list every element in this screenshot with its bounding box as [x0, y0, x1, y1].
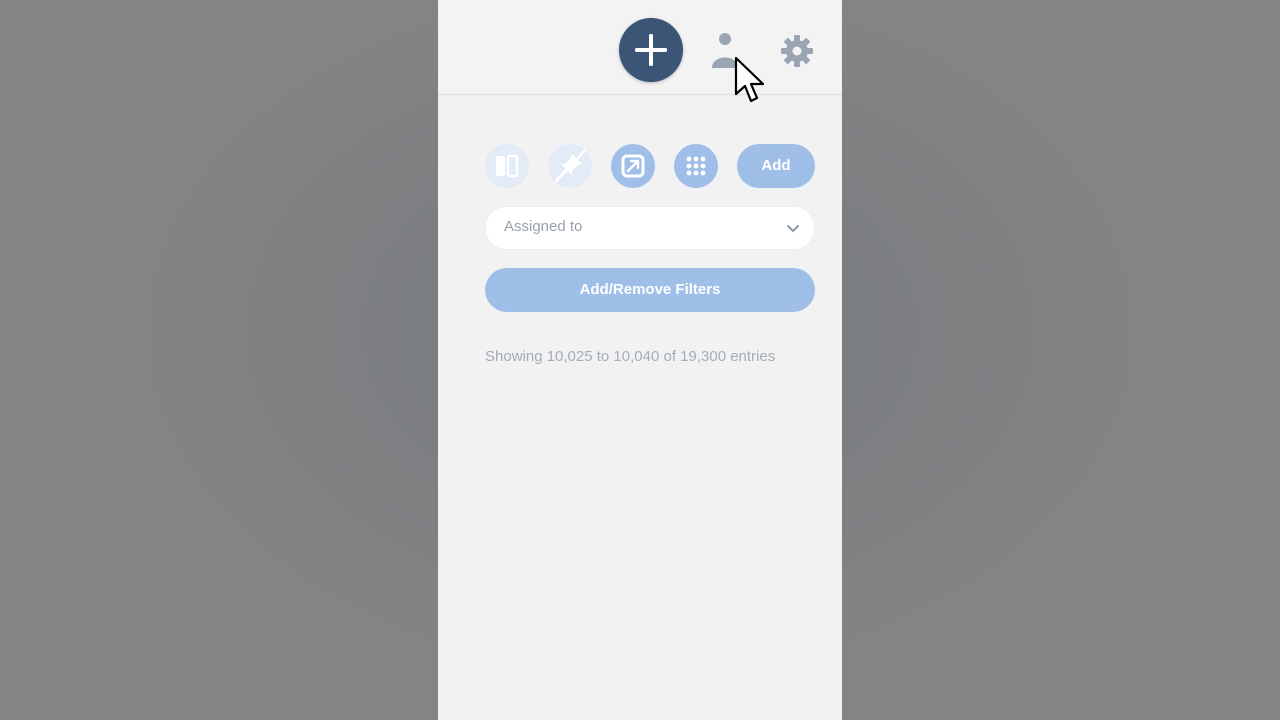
user-icon: [712, 33, 738, 68]
create-new-button[interactable]: [619, 18, 683, 82]
unpin-button[interactable]: [548, 144, 592, 188]
grid-icon: [686, 156, 706, 176]
user-profile-button[interactable]: [708, 30, 744, 70]
expand-button[interactable]: [611, 144, 655, 188]
add-button[interactable]: Add: [737, 144, 815, 188]
columns-button[interactable]: [485, 144, 529, 188]
grid-button[interactable]: [674, 144, 718, 188]
assigned-to-placeholder: Assigned to: [504, 218, 583, 235]
settings-button[interactable]: [780, 34, 814, 68]
plus-icon: [635, 34, 667, 66]
gear-icon: [781, 35, 813, 67]
mobile-app-panel: Add Assigned to Add/Remove Filters Showi…: [438, 0, 842, 720]
pin-off-icon: [554, 148, 587, 184]
top-bar: [438, 0, 842, 95]
toolbar: Add: [485, 144, 815, 188]
add-remove-filters-button[interactable]: Add/Remove Filters: [485, 268, 815, 312]
chevron-down-icon: [787, 225, 799, 233]
columns-icon: [496, 154, 519, 178]
expand-icon: [621, 154, 645, 178]
entries-count-text: Showing 10,025 to 10,040 of 19,300 entri…: [485, 348, 776, 365]
assigned-to-select[interactable]: Assigned to: [485, 206, 815, 250]
